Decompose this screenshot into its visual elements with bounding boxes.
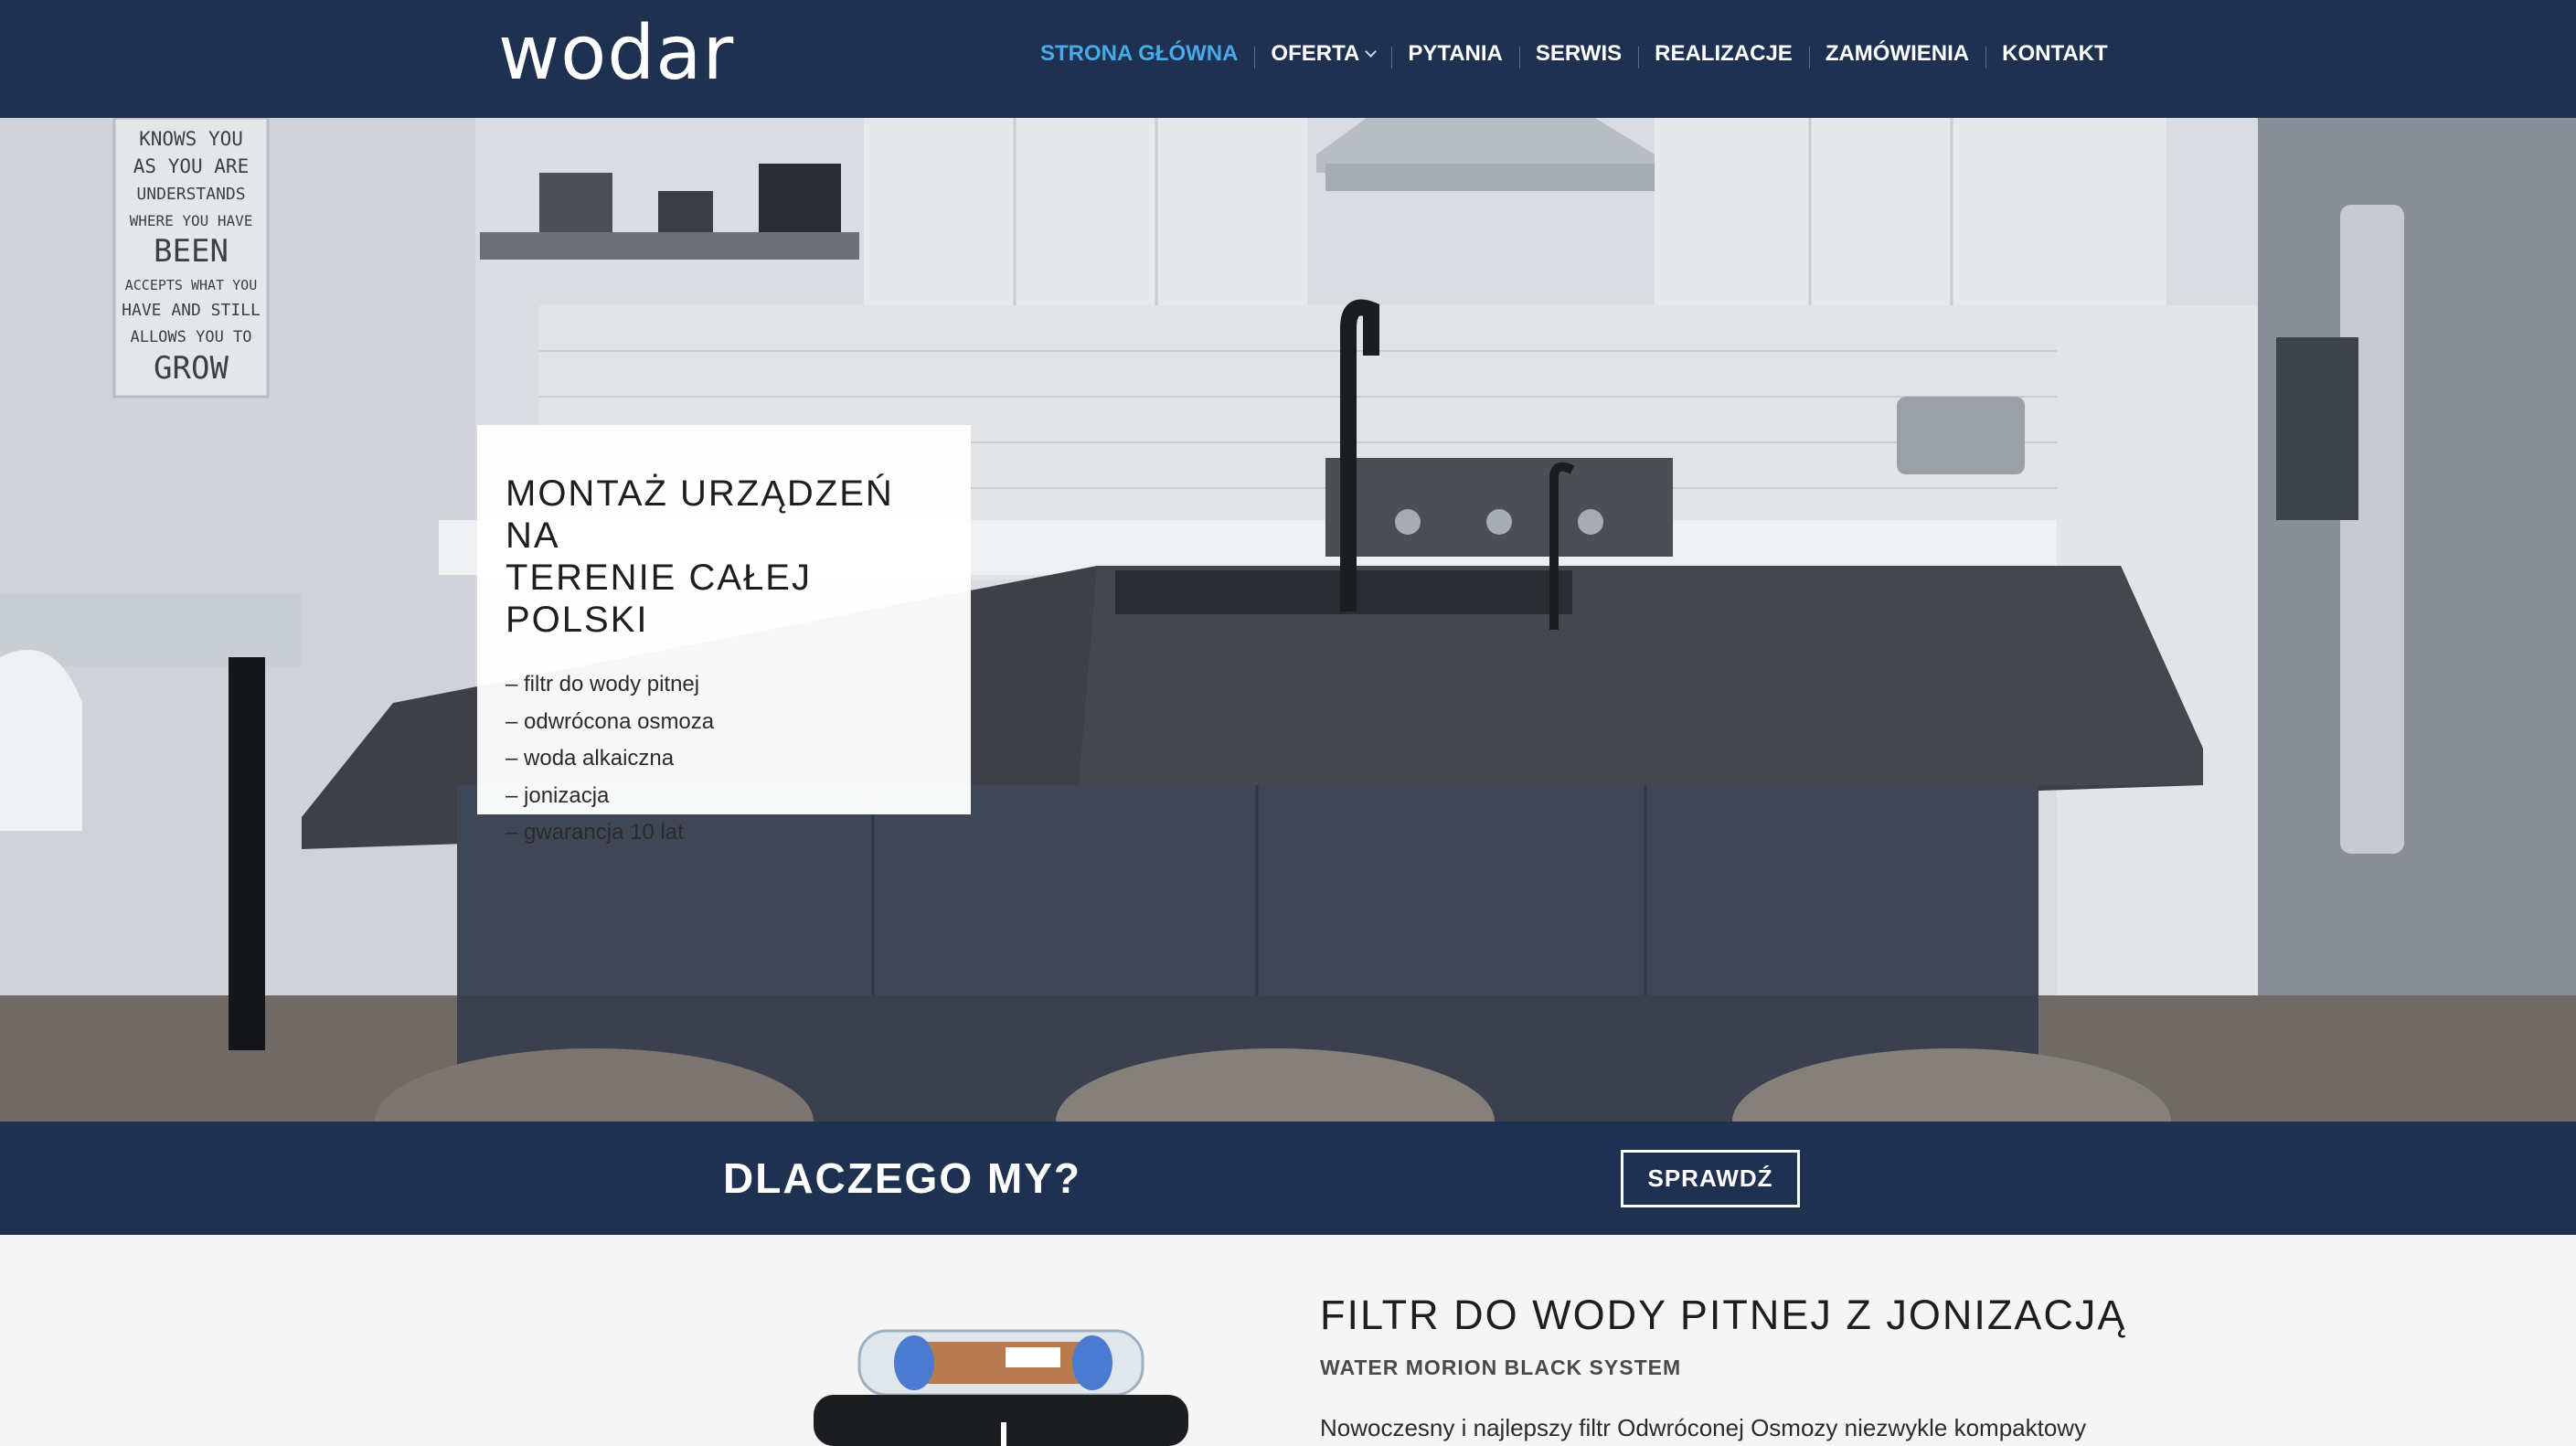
nav-item-label: PYTANIA — [1408, 41, 1503, 66]
poster-line: WHERE YOU HAVE — [130, 212, 253, 229]
main-nav: STRONA GŁÓWNA OFERTA PYTANIA SERWIS REAL… — [1024, 37, 2124, 71]
list-item: – filtr do wody pitnej — [506, 672, 700, 696]
nav-item-label: KONTAKT — [2002, 41, 2108, 66]
wall-poster: KNOWS YOU AS YOU ARE UNDERSTANDS WHERE Y… — [112, 118, 270, 399]
poster-line: BEEN — [154, 233, 229, 270]
nav-item-contact[interactable]: KONTAKT — [1985, 41, 2124, 69]
hero-title-line: MONTAŻ URZĄDZEŃ NA — [506, 473, 894, 556]
poster-line: UNDERSTANDS — [136, 185, 245, 204]
list-item: – odwrócona osmoza — [506, 708, 715, 734]
hero-banner: KNOWS YOU AS YOU ARE UNDERSTANDS WHERE Y… — [0, 118, 2576, 1122]
poster-line: KNOWS YOU — [139, 128, 243, 150]
nav-item-questions[interactable]: PYTANIA — [1391, 41, 1519, 69]
product-image[interactable] — [804, 1313, 1207, 1446]
poster-line: GROW — [154, 350, 229, 387]
poster-line: HAVE AND STILL — [122, 301, 261, 320]
nav-item-label: REALIZACJE — [1655, 41, 1793, 66]
poster-line: ALLOWS YOU TO — [130, 328, 251, 346]
nav-item-orders[interactable]: ZAMÓWIENIA — [1808, 41, 1985, 69]
nav-item-label: OFERTA — [1271, 41, 1360, 66]
product-section: FILTR DO WODY PITNEJ Z JONIZACJĄ WATER M… — [0, 1235, 2576, 1446]
check-button[interactable]: SPRAWDŹ — [1621, 1150, 1800, 1207]
nav-item-projects[interactable]: REALIZACJE — [1638, 41, 1809, 69]
list-item: – jonizacja — [506, 782, 610, 808]
nav-item-service[interactable]: SERWIS — [1518, 41, 1638, 69]
chevron-down-icon — [1365, 45, 1378, 58]
product-title: FILTR DO WODY PITNEJ Z JONIZACJĄ — [1320, 1292, 2127, 1338]
hero-title: MONTAŻ URZĄDZEŃ NA TERENIE CAŁEJ POLSKI — [506, 473, 943, 641]
kitchen-background-image: KNOWS YOU AS YOU ARE UNDERSTANDS WHERE Y… — [0, 118, 2576, 1122]
hero-info-card: MONTAŻ URZĄDZEŃ NA TERENIE CAŁEJ POLSKI … — [477, 425, 971, 845]
product-description: Nowoczesny i najlepszy filtr Odwróconej … — [1320, 1414, 2087, 1441]
site-logo[interactable]: wodar — [498, 13, 734, 95]
nav-item-offer[interactable]: OFERTA — [1254, 41, 1391, 69]
list-item: – woda alkaiczna — [506, 746, 675, 771]
poster-line: AS YOU ARE — [133, 155, 249, 177]
nav-item-label: STRONA GŁÓWNA — [1040, 41, 1239, 66]
why-us-band: DLACZEGO MY? SPRAWDŹ — [0, 1122, 2576, 1235]
poster-line: ACCEPTS WHAT YOU — [125, 277, 258, 293]
list-item: – gwarancja 10 lat — [506, 820, 684, 845]
site-header: wodar STRONA GŁÓWNA OFERTA PYTANIA SERWI… — [0, 0, 2576, 118]
product-subtitle: WATER MORION BLACK SYSTEM — [1320, 1356, 1682, 1379]
nav-item-label: SERWIS — [1535, 41, 1623, 66]
hero-feature-list: – filtr do wody pitnej – odwrócona osmoz… — [506, 666, 943, 852]
why-us-title: DLACZEGO MY? — [723, 1154, 1081, 1202]
nav-item-home[interactable]: STRONA GŁÓWNA — [1024, 41, 1254, 67]
nav-item-label: ZAMÓWIENIA — [1825, 41, 1970, 66]
hero-title-line: TERENIE CAŁEJ POLSKI — [506, 558, 812, 640]
